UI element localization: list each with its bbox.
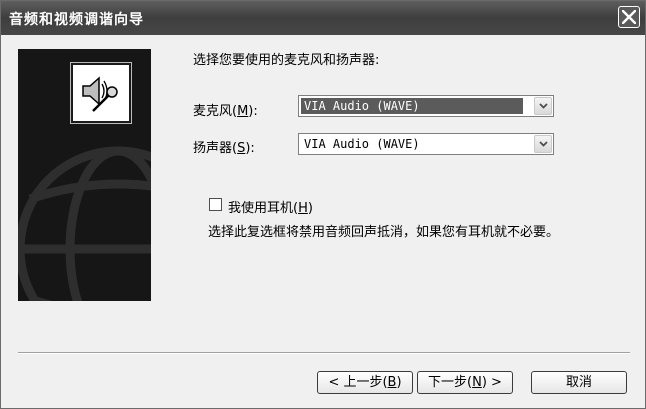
speaker-dropdown-button[interactable] [534,135,552,153]
cancel-button[interactable]: 取消 [531,371,627,394]
next-button[interactable]: 下一步(N) > [417,371,513,394]
microphone-label: 麦克风(M): [193,104,258,119]
microphone-select-value: VIA Audio (WAVE) [301,98,523,114]
window-title: 音频和视频调谐向导 [9,12,144,28]
microphone-select[interactable]: VIA Audio (WAVE) [298,95,554,117]
close-button[interactable] [618,6,640,28]
footer-divider [18,352,630,354]
chevron-down-icon [539,103,548,109]
close-icon [622,10,636,24]
microphone-dropdown-button[interactable] [534,97,552,115]
dialog-window: 音频和视频调谐向导 选择您要使用的麦克风和扬声器: 麦克风(M): VIA Au… [0,0,646,409]
title-bar[interactable]: 音频和视频调谐向导 [1,1,645,35]
headphones-description: 选择此复选框将禁用音频回声抵消，如果您有耳机就不必要。 [208,225,560,240]
speaker-select[interactable]: VIA Audio (WAVE) [298,133,554,155]
wizard-side-image [18,49,151,301]
speaker-select-value: VIA Audio (WAVE) [304,137,420,151]
speaker-label: 扬声器(S): [193,141,255,156]
wizard-heading: 选择您要使用的麦克风和扬声器: [193,53,380,68]
speaker-microphone-icon [82,76,118,112]
speaker-microphone-icon-frame [70,62,132,124]
chevron-down-icon [539,141,548,147]
headphones-checkbox[interactable] [209,198,222,211]
headphones-checkbox-label[interactable]: 我使用耳机(H) [228,197,313,216]
back-button[interactable]: < 上一步(B) [317,371,413,394]
